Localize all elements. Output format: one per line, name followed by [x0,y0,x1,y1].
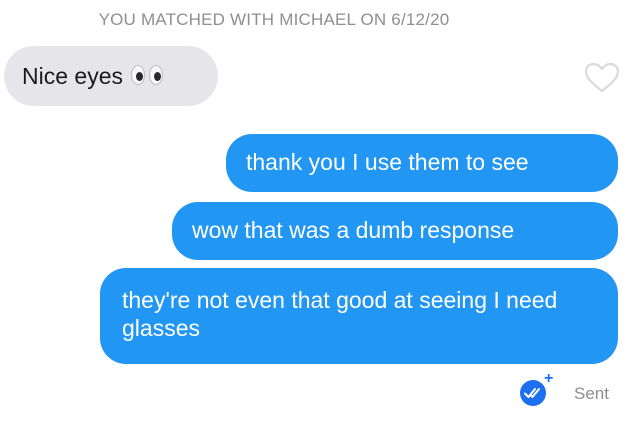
double-check-icon [520,380,546,406]
outgoing-message[interactable]: they're not even that good at seeing I n… [100,268,618,364]
outgoing-message[interactable]: thank you I use them to see [226,134,618,192]
right-eye [148,64,163,85]
message-text: Nice eyes [22,63,123,89]
heart-icon[interactable] [584,62,620,94]
check-marks [524,388,540,398]
heart-outline [584,62,620,93]
right-pupil [153,71,161,81]
outgoing-message[interactable]: wow that was a dumb response [172,202,618,260]
message-receipt: + Sent [520,370,630,410]
incoming-message[interactable]: Nice eyes [4,46,218,106]
chat-view: YOU MATCHED WITH MICHAEL ON 6/12/20 Nice… [0,0,640,447]
sent-status: Sent [574,384,609,403]
eyes-emoji [129,64,165,87]
match-header: YOU MATCHED WITH MICHAEL ON 6/12/20 [98,10,450,29]
left-eye [130,64,145,85]
plus-icon: + [544,370,554,387]
left-pupil [135,71,143,81]
